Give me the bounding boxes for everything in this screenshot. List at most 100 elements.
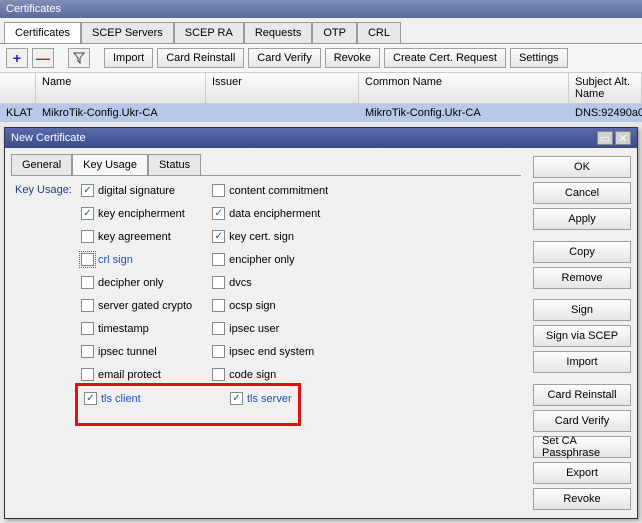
dialog-minimize-button[interactable]: ▭ bbox=[597, 131, 613, 145]
checkbox-icon bbox=[212, 299, 225, 312]
checkbox-icon bbox=[212, 322, 225, 335]
checkbox-icon bbox=[81, 368, 94, 381]
main-tabstrip: Certificates SCEP Servers SCEP RA Reques… bbox=[0, 18, 642, 44]
remove-button[interactable]: Remove bbox=[533, 267, 631, 289]
chk-timestamp[interactable]: timestamp bbox=[81, 322, 192, 335]
th-subject-alt-name[interactable]: Subject Alt. Name bbox=[569, 73, 642, 103]
checkbox-icon bbox=[230, 392, 243, 405]
chk-ipsec-user[interactable]: ipsec user bbox=[212, 322, 328, 335]
settings-button[interactable]: Settings bbox=[510, 48, 568, 68]
tab-requests[interactable]: Requests bbox=[244, 22, 312, 43]
chk-label: ipsec tunnel bbox=[98, 346, 157, 358]
chk-key-cert-sign[interactable]: key cert. sign bbox=[212, 230, 328, 243]
chk-label: key encipherment bbox=[98, 208, 185, 220]
chk-data-encipherment[interactable]: data encipherment bbox=[212, 207, 328, 220]
chk-label: crl sign bbox=[98, 254, 133, 266]
chk-encipher-only[interactable]: encipher only bbox=[212, 253, 328, 266]
checkbox-icon bbox=[81, 299, 94, 312]
revoke-button[interactable]: Revoke bbox=[533, 488, 631, 510]
tab-general[interactable]: General bbox=[11, 154, 72, 175]
tab-scep-ra[interactable]: SCEP RA bbox=[174, 22, 244, 43]
chk-server-gated-crypto[interactable]: server gated crypto bbox=[81, 299, 192, 312]
cancel-button[interactable]: Cancel bbox=[533, 182, 631, 204]
new-certificate-dialog: New Certificate ▭ ✕ General Key Usage St… bbox=[4, 127, 638, 519]
minus-icon: — bbox=[36, 50, 50, 66]
tab-otp[interactable]: OTP bbox=[312, 22, 357, 43]
key-usage-col1: digital signature key encipherment key agr… bbox=[81, 184, 192, 381]
chk-label: dvcs bbox=[229, 277, 252, 289]
key-usage-label: Key Usage: bbox=[15, 184, 81, 196]
tab-certificates[interactable]: Certificates bbox=[4, 22, 81, 43]
tab-key-usage[interactable]: Key Usage bbox=[72, 154, 148, 175]
cell-name: MikroTik-Config.Ukr-CA bbox=[36, 104, 206, 122]
sign-button[interactable]: Sign bbox=[533, 299, 631, 321]
tab-scep-servers[interactable]: SCEP Servers bbox=[81, 22, 174, 43]
funnel-icon bbox=[73, 52, 85, 64]
ok-button[interactable]: OK bbox=[533, 156, 631, 178]
apply-button[interactable]: Apply bbox=[533, 208, 631, 230]
minimize-icon: ▭ bbox=[600, 132, 610, 145]
revoke-button[interactable]: Revoke bbox=[325, 48, 380, 68]
chk-dvcs[interactable]: dvcs bbox=[212, 276, 328, 289]
chk-label: digital signature bbox=[98, 185, 175, 197]
checkbox-icon bbox=[212, 230, 225, 243]
dialog-close-button[interactable]: ✕ bbox=[615, 131, 631, 145]
chk-label: content commitment bbox=[229, 185, 328, 197]
chk-digital-signature[interactable]: digital signature bbox=[81, 184, 192, 197]
chk-label: tls server bbox=[247, 393, 292, 405]
close-icon: ✕ bbox=[618, 132, 627, 145]
chk-tls-server[interactable]: tls server bbox=[230, 392, 292, 405]
sign-via-scep-button[interactable]: Sign via SCEP bbox=[533, 325, 631, 347]
chk-label: tls client bbox=[101, 393, 141, 405]
export-button[interactable]: Export bbox=[533, 462, 631, 484]
checkbox-icon bbox=[81, 322, 94, 335]
table-row[interactable]: KLAT MikroTik-Config.Ukr-CA MikroTik-Con… bbox=[0, 104, 642, 122]
dialog-content: General Key Usage Status Key Usage: digi… bbox=[5, 148, 527, 518]
chk-email-protect[interactable]: email protect bbox=[81, 368, 192, 381]
card-verify-button[interactable]: Card Verify bbox=[248, 48, 320, 68]
chk-ocsp-sign[interactable]: ocsp sign bbox=[212, 299, 328, 312]
th-common-name[interactable]: Common Name bbox=[359, 73, 569, 103]
table-header: Name Issuer Common Name Subject Alt. Nam… bbox=[0, 73, 642, 104]
import-button[interactable]: Import bbox=[104, 48, 153, 68]
toolbar: + — Import Card Reinstall Card Verify Re… bbox=[0, 44, 642, 73]
certificates-window: Certificates Certificates SCEP Servers S… bbox=[0, 0, 642, 122]
chk-label: code sign bbox=[229, 369, 276, 381]
filter-button[interactable] bbox=[68, 48, 90, 68]
remove-button[interactable]: — bbox=[32, 48, 54, 68]
cell-issuer bbox=[206, 104, 359, 122]
chk-code-sign[interactable]: code sign bbox=[212, 368, 328, 381]
tab-status[interactable]: Status bbox=[148, 154, 201, 175]
chk-label: server gated crypto bbox=[98, 300, 192, 312]
add-button[interactable]: + bbox=[6, 48, 28, 68]
chk-ipsec-end-system[interactable]: ipsec end system bbox=[212, 345, 328, 358]
chk-crl-sign[interactable]: crl sign bbox=[81, 253, 192, 266]
set-ca-passphrase-button[interactable]: Set CA Passphrase bbox=[533, 436, 631, 458]
copy-button[interactable]: Copy bbox=[533, 241, 631, 263]
checkbox-icon bbox=[81, 184, 94, 197]
plus-icon: + bbox=[13, 50, 21, 66]
th-name[interactable]: Name bbox=[36, 73, 206, 103]
card-reinstall-button[interactable]: Card Reinstall bbox=[533, 384, 631, 406]
dialog-titlebar: New Certificate ▭ ✕ bbox=[5, 128, 637, 148]
card-reinstall-button[interactable]: Card Reinstall bbox=[157, 48, 244, 68]
chk-tls-client[interactable]: tls client bbox=[84, 392, 210, 405]
chk-ipsec-tunnel[interactable]: ipsec tunnel bbox=[81, 345, 192, 358]
chk-key-encipherment[interactable]: key encipherment bbox=[81, 207, 192, 220]
import-button[interactable]: Import bbox=[533, 351, 631, 373]
checkbox-icon bbox=[84, 392, 97, 405]
chk-decipher-only[interactable]: decipher only bbox=[81, 276, 192, 289]
chk-label: ocsp sign bbox=[229, 300, 275, 312]
chk-label: key cert. sign bbox=[229, 231, 294, 243]
chk-key-agreement[interactable]: key agreement bbox=[81, 230, 192, 243]
chk-label: encipher only bbox=[229, 254, 294, 266]
chk-content-commitment[interactable]: content commitment bbox=[212, 184, 328, 197]
dialog-tabstrip: General Key Usage Status bbox=[11, 154, 521, 176]
th-marker[interactable] bbox=[0, 73, 36, 103]
th-issuer[interactable]: Issuer bbox=[206, 73, 359, 103]
chk-label: timestamp bbox=[98, 323, 149, 335]
certificates-table: Name Issuer Common Name Subject Alt. Nam… bbox=[0, 73, 642, 122]
card-verify-button[interactable]: Card Verify bbox=[533, 410, 631, 432]
tab-crl[interactable]: CRL bbox=[357, 22, 401, 43]
create-cert-request-button[interactable]: Create Cert. Request bbox=[384, 48, 506, 68]
